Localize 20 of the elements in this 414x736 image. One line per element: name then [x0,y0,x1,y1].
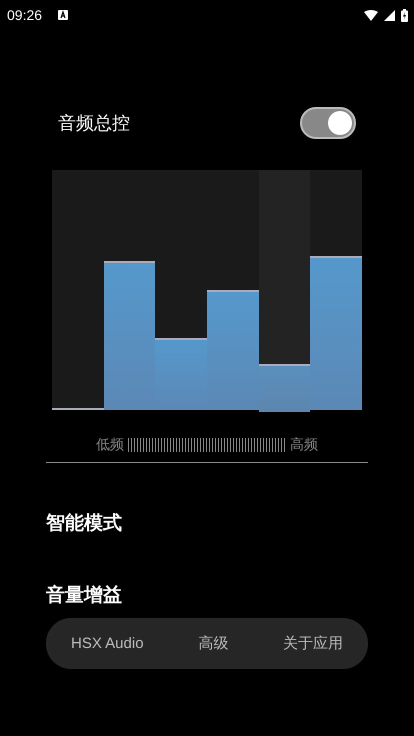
low-label: 低频 [96,436,124,454]
master-label: 音频总控 [58,112,130,135]
nav-tab[interactable]: HSX Audio [71,631,144,656]
band-slider[interactable] [104,170,156,410]
section-title[interactable]: 音量增益 [46,585,414,605]
high-label: 高频 [290,436,318,454]
wifi-icon [364,10,378,20]
notification-icon [58,10,68,20]
status-time: 09:26 [7,7,42,23]
nav-tab[interactable]: 关于应用 [282,630,343,657]
nav-tab[interactable]: 高级 [198,630,228,657]
band-slider[interactable] [52,170,104,410]
band-slider[interactable] [310,170,362,410]
band-slider[interactable] [258,170,310,412]
signal-icon [384,10,395,20]
band-slider[interactable] [207,170,259,410]
band-slider[interactable] [155,170,208,410]
section-title[interactable]: 智能模式 [46,513,414,533]
master-switch[interactable] [300,107,356,139]
battery-icon [401,8,408,22]
